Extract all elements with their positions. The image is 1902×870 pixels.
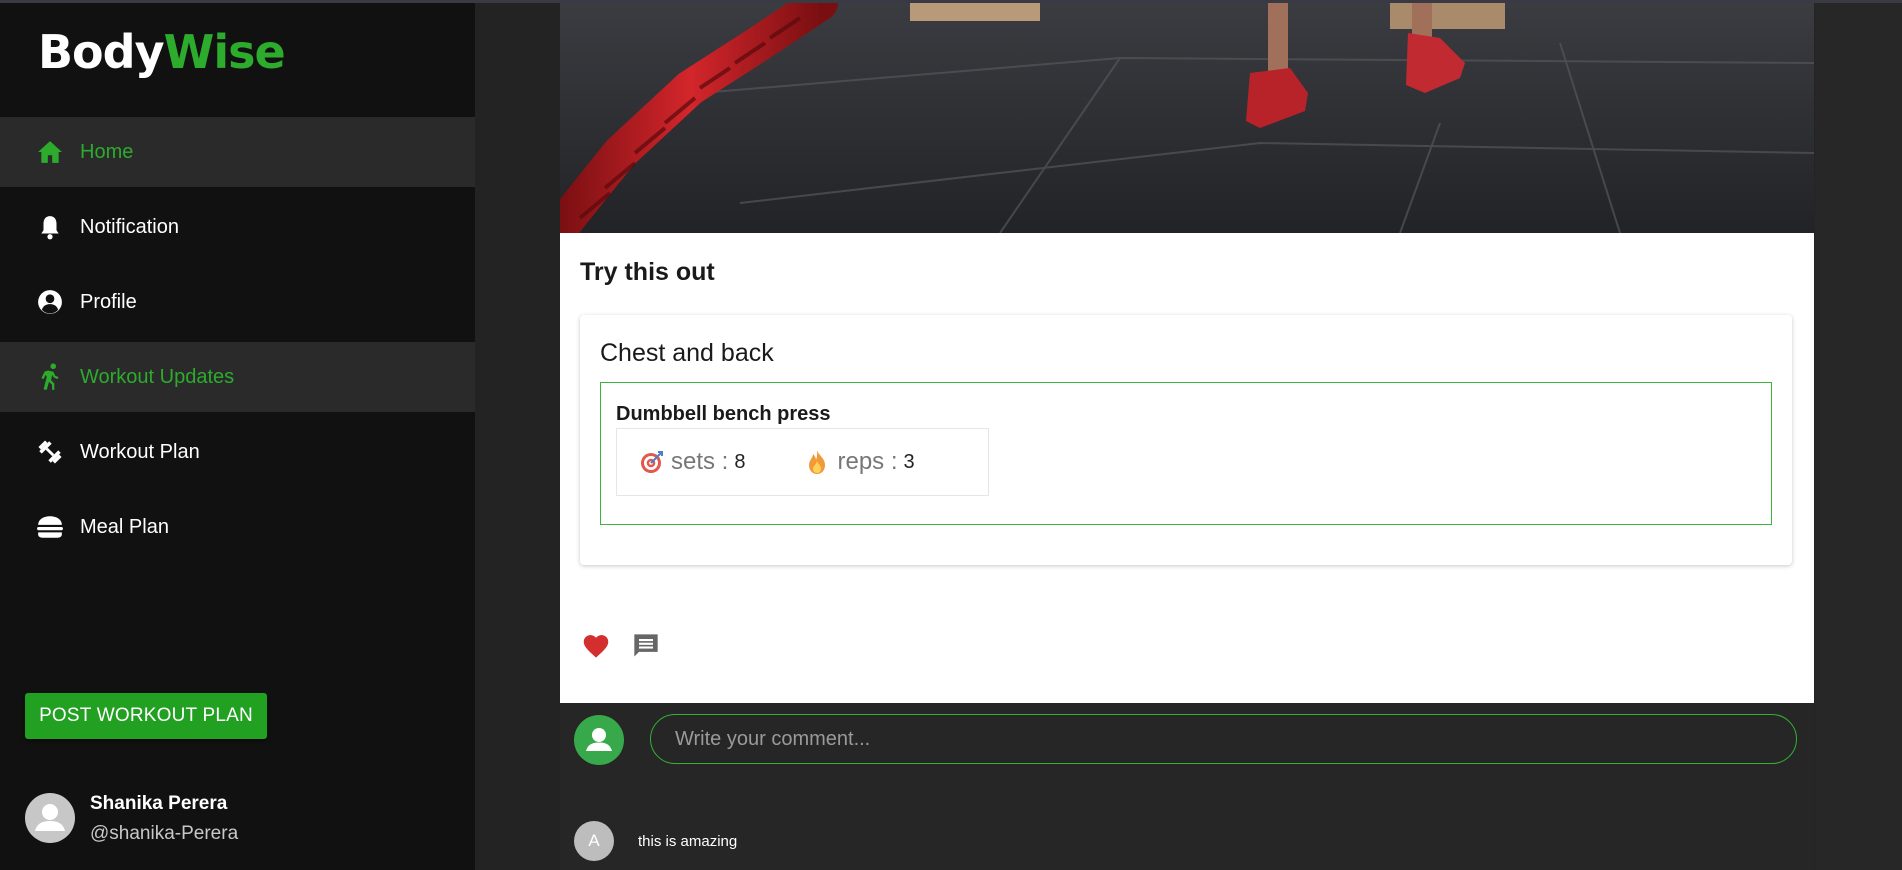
gym-floor-photo [560, 3, 1814, 233]
sidebar-item-profile[interactable]: Profile [0, 267, 475, 337]
sidebar-item-meal-plan[interactable]: Meal Plan [0, 492, 475, 562]
sidebar-item-label: Notification [80, 215, 179, 238]
post-actions [580, 630, 680, 662]
burger-icon [36, 513, 64, 541]
sidebar-item-home[interactable]: Home [0, 117, 475, 187]
sidebar-item-label: Profile [80, 290, 137, 313]
comment-icon[interactable] [630, 630, 662, 662]
user-avatar[interactable] [25, 793, 75, 843]
workout-plan-name: Chest and back [600, 339, 774, 367]
bell-icon [36, 213, 64, 241]
post-image [560, 3, 1814, 233]
comment-input[interactable] [650, 714, 1797, 764]
exercise-name: Dumbbell bench press [616, 403, 831, 425]
comment-item: A this is amazing [574, 821, 737, 861]
dumbbell-icon [36, 438, 64, 466]
right-gutter [1815, 3, 1902, 870]
exercise-item: Dumbbell bench press sets : 8 reps : 3 [600, 382, 1772, 525]
brand-logo[interactable]: BodyWise [38, 25, 286, 79]
sets-label: sets : [671, 448, 729, 475]
workout-plan-card: Chest and back Dumbbell bench press sets… [580, 315, 1792, 565]
exercise-stats: sets : 8 reps : 3 [616, 428, 989, 496]
user-name: Shanika Perera [90, 793, 228, 814]
post-workout-plan-button[interactable]: POST WORKOUT PLAN [25, 693, 267, 739]
reps-label: reps : [837, 448, 898, 475]
sidebar-item-label: Workout Updates [80, 365, 235, 388]
sidebar-item-label: Workout Plan [80, 440, 200, 463]
sets-stat: sets : 8 [639, 448, 745, 476]
sidebar: BodyWise Home Notification Profile Worko… [0, 3, 475, 870]
person-icon [35, 804, 65, 831]
fire-icon [805, 449, 831, 475]
comments-section: A this is amazing [560, 703, 1814, 870]
post-card: Try this out Chest and back Dumbbell ben… [560, 3, 1814, 703]
user-handle: @shanika-Perera [90, 823, 239, 844]
home-icon [36, 138, 64, 166]
post-title: Try this out [580, 258, 715, 286]
heart-icon[interactable] [580, 630, 612, 662]
sidebar-item-label: Meal Plan [80, 515, 169, 538]
sidebar-item-workout-plan[interactable]: Workout Plan [0, 417, 475, 487]
sidebar-item-notification[interactable]: Notification [0, 192, 475, 262]
current-user-avatar [574, 715, 624, 765]
sidebar-item-label: Home [80, 140, 134, 163]
sets-value: 8 [734, 450, 746, 473]
comment-avatar: A [574, 821, 614, 861]
running-icon [36, 363, 64, 391]
target-icon [639, 449, 665, 475]
reps-stat: reps : 3 [805, 448, 915, 476]
account-circle-icon [36, 288, 64, 316]
comment-text: this is amazing [638, 832, 738, 850]
person-icon [586, 728, 612, 751]
sidebar-item-workout-updates[interactable]: Workout Updates [0, 342, 475, 412]
reps-value: 3 [903, 450, 915, 473]
